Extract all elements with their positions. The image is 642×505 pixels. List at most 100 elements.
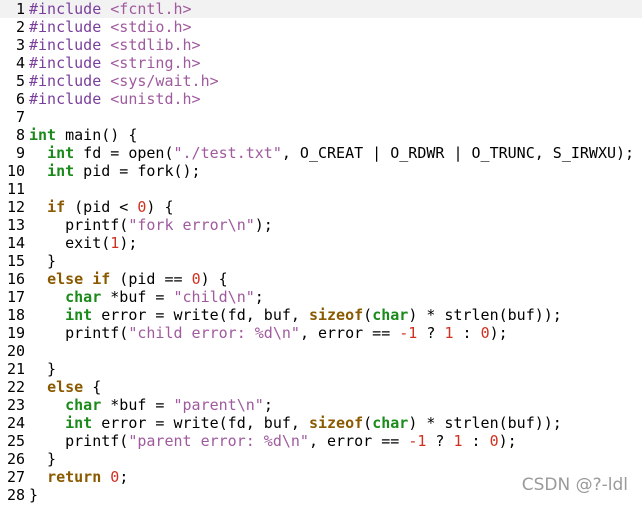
code-token-string: <stdlib.h> (110, 36, 201, 54)
line-number: 7 (15, 108, 25, 126)
code-line[interactable]: 22 else { (0, 378, 642, 396)
code-token-number: 0 (489, 432, 499, 450)
code-text: #include <fcntl.h> (29, 0, 642, 18)
code-text: int error = write(fd, buf, sizeof(char) … (29, 414, 642, 432)
code-token-string: "parent error: %d\n" (128, 432, 309, 450)
code-token-plain: } (29, 252, 57, 270)
code-token-plain: ); (119, 234, 138, 252)
line-number: 18 (6, 306, 25, 324)
code-token-plain: error = write(fd, buf, (92, 306, 309, 324)
code-token-plain: ) { (200, 270, 228, 288)
code-token-plain: exit( (29, 234, 111, 252)
line-number: 16 (6, 270, 25, 288)
code-line[interactable]: 25 printf("parent error: %d\n", error ==… (0, 432, 642, 450)
code-line[interactable]: 24 int error = write(fd, buf, sizeof(cha… (0, 414, 642, 432)
code-line[interactable]: 23 char *buf = "parent\n"; (0, 396, 642, 414)
line-number: 15 (6, 252, 25, 270)
code-text: } (29, 450, 642, 468)
code-token-plain: ) * strlen(buf)); (408, 414, 562, 432)
line-number: 9 (15, 144, 25, 162)
code-token-plain: *buf = (101, 396, 174, 414)
code-token-plain: : (453, 324, 481, 342)
code-text: int main() { (29, 126, 642, 144)
code-token-string: "./test.txt" (173, 144, 282, 162)
code-token-plain: printf( (29, 324, 129, 342)
code-line[interactable]: 6 #include <unistd.h> (0, 90, 642, 108)
line-number: 21 (6, 360, 25, 378)
code-token-plain: (pid == (110, 270, 192, 288)
code-line[interactable]: 1 #include <fcntl.h> (0, 0, 642, 18)
code-text: if (pid < 0) { (29, 198, 642, 216)
code-token-plain: ); (498, 432, 517, 450)
code-token-string: <stdio.h> (110, 18, 192, 36)
code-token-number: 0 (110, 468, 120, 486)
code-token-number: 0 (480, 324, 490, 342)
code-token-plain: ? (426, 432, 454, 450)
code-token-string: "child error: %d\n" (128, 324, 300, 342)
watermark-text: CSDN @?-ldl (521, 475, 628, 495)
code-token-plain: pid = fork(); (74, 162, 201, 180)
code-token-string: <sys/wait.h> (110, 72, 219, 90)
line-number: 10 (6, 162, 25, 180)
code-token-comment: #include (29, 72, 111, 90)
code-line[interactable]: 17 char *buf = "child\n"; (0, 288, 642, 306)
line-number: 14 (6, 234, 25, 252)
code-token-comment: #include (29, 18, 111, 36)
code-token-type: int (65, 306, 93, 324)
code-token-plain: fd = open( (74, 144, 174, 162)
code-line[interactable]: 2 #include <stdio.h> (0, 18, 642, 36)
code-token-plain: , error == (308, 432, 409, 450)
line-number: 8 (15, 126, 25, 144)
code-text: int pid = fork(); (29, 162, 642, 180)
code-text: else { (29, 378, 642, 396)
code-line[interactable]: 13 printf("fork error\n"); (0, 216, 642, 234)
code-token-plain: } (29, 360, 57, 378)
code-token-keyword: if (47, 198, 66, 216)
code-text: #include <stdlib.h> (29, 36, 642, 54)
code-line[interactable]: 21 } (0, 360, 642, 378)
code-text: int error = write(fd, buf, sizeof(char) … (29, 306, 642, 324)
code-line[interactable]: 16 else if (pid == 0) { (0, 270, 642, 288)
line-number: 5 (15, 72, 25, 90)
code-line[interactable]: 9 int fd = open("./test.txt", O_CREAT | … (0, 144, 642, 162)
code-token-string: "parent\n" (173, 396, 264, 414)
code-line[interactable]: 11 (0, 180, 642, 198)
code-line[interactable]: 5 #include <sys/wait.h> (0, 72, 642, 90)
code-token-comment: #include (29, 0, 111, 18)
code-token-comment: #include (29, 36, 111, 54)
code-token-plain: ) * strlen(buf)); (408, 306, 562, 324)
code-token-plain: ); (254, 216, 273, 234)
code-line[interactable]: 26 } (0, 450, 642, 468)
code-token-string: "child\n" (173, 288, 255, 306)
code-line[interactable]: 12 if (pid < 0) { (0, 198, 642, 216)
code-line[interactable]: 8 int main() { (0, 126, 642, 144)
code-text: #include <stdio.h> (29, 18, 642, 36)
line-number: 2 (15, 18, 25, 36)
code-token-plain: , O_CREAT | O_RDWR | O_TRUNC, S_IRWXU); (281, 144, 635, 162)
code-line[interactable]: 3 #include <stdlib.h> (0, 36, 642, 54)
line-number: 20 (6, 342, 25, 360)
code-token-type: int (47, 144, 75, 162)
code-token-plain: main() { (56, 126, 138, 144)
code-line[interactable]: 18 int error = write(fd, buf, sizeof(cha… (0, 306, 642, 324)
code-token-plain: { (83, 378, 102, 396)
code-line[interactable]: 20 (0, 342, 642, 360)
line-number: 23 (6, 396, 25, 414)
code-text: #include <string.h> (29, 54, 642, 72)
code-editor[interactable]: 1 #include <fcntl.h> 2 #include <stdio.h> 3 #… (0, 0, 642, 505)
code-token-plain: ? (417, 324, 445, 342)
code-line[interactable]: 7 (0, 108, 642, 126)
code-token-number: -1 (408, 432, 427, 450)
code-line[interactable]: 4 #include <string.h> (0, 54, 642, 72)
code-line[interactable]: 10 int pid = fork(); (0, 162, 642, 180)
code-token-plain: : (462, 432, 490, 450)
line-number: 6 (15, 90, 25, 108)
code-line[interactable]: 14 exit(1); (0, 234, 642, 252)
code-token-plain: *buf = (101, 288, 174, 306)
code-line[interactable]: 19 printf("child error: %d\n", error == … (0, 324, 642, 342)
code-line[interactable]: 15 } (0, 252, 642, 270)
code-token-plain: (pid < (65, 198, 138, 216)
